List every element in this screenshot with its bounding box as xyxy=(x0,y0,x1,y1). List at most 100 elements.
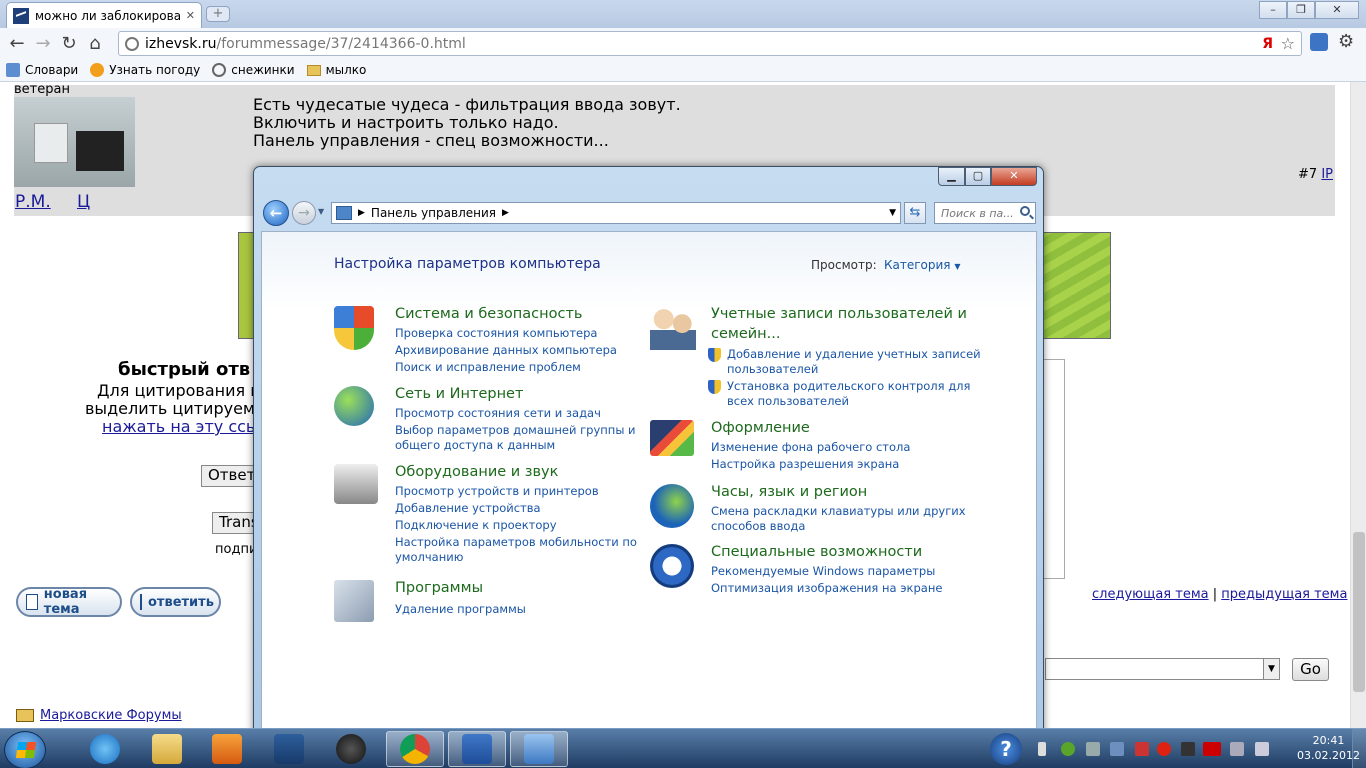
category-link[interactable]: всех пользователей xyxy=(727,394,849,408)
taskbar-chrome[interactable] xyxy=(386,731,444,767)
category-link[interactable]: Рекомендуемые Windows параметры xyxy=(711,564,935,578)
taskbar-hp[interactable] xyxy=(322,731,380,767)
category-link[interactable]: Подключение к проектору xyxy=(395,518,557,532)
system-clock[interactable]: 20:41 03.02.2012 xyxy=(1297,733,1360,763)
bookmark-star-icon[interactable]: ☆ xyxy=(1281,34,1295,53)
bookmark-folder-mylko[interactable]: мылко xyxy=(306,63,366,77)
battery-icon[interactable] xyxy=(1038,742,1046,756)
minimize-button[interactable]: ▁ xyxy=(938,167,965,186)
clock-globe-icon[interactable] xyxy=(650,484,694,528)
category-link[interactable]: Оптимизация изображения на экране xyxy=(711,581,942,595)
forum-jump-select[interactable]: ▼ xyxy=(1045,658,1280,680)
tray-app-icon[interactable] xyxy=(1086,742,1100,756)
printer-icon[interactable] xyxy=(334,464,378,504)
tray-app-icon[interactable] xyxy=(1230,742,1244,756)
category-title[interactable]: Система и безопасность xyxy=(395,306,582,322)
chevron-down-icon[interactable]: ▼ xyxy=(889,208,896,218)
new-tab-button[interactable]: + xyxy=(206,6,230,22)
category-title[interactable]: Учетные записи пользователей и xyxy=(711,306,967,322)
category-link[interactable]: Настройка разрешения экрана xyxy=(711,457,899,471)
chevron-right-icon[interactable]: ▶ xyxy=(358,208,365,218)
category-link[interactable]: Просмотр состояния сети и задач xyxy=(395,406,601,420)
category-link[interactable]: Проверка состояния компьютера xyxy=(395,326,597,340)
taskbar-control-panel[interactable] xyxy=(510,731,568,767)
category-title[interactable]: Сеть и Интернет xyxy=(395,386,523,402)
breadcrumb-control-panel[interactable]: Панель управления xyxy=(371,206,496,220)
explorer-address-bar[interactable]: ▶ Панель управления ▶ ▼ xyxy=(331,202,901,224)
taskbar-app-check[interactable] xyxy=(260,731,318,767)
back-arrow-icon[interactable]: ← xyxy=(4,33,30,54)
close-tab-icon[interactable]: ✕ xyxy=(186,9,195,22)
network-icon[interactable] xyxy=(1181,742,1195,756)
category-link[interactable]: Архивирование данных компьютера xyxy=(395,343,617,357)
forward-arrow-icon[interactable]: → xyxy=(30,33,56,54)
ip-link[interactable]: IP xyxy=(1321,167,1333,182)
programs-disc-icon[interactable] xyxy=(334,580,374,622)
forums-link[interactable]: Марковские Форумы xyxy=(40,708,182,723)
tray-app-icon[interactable] xyxy=(1110,742,1124,756)
category-link[interactable]: способов ввода xyxy=(711,519,805,533)
history-dropdown-icon[interactable]: ▼ xyxy=(318,207,324,216)
view-mode-dropdown[interactable]: Категория ▼ xyxy=(884,258,961,272)
category-title-continued[interactable]: семейн... xyxy=(711,326,780,342)
category-title[interactable]: Часы, язык и регион xyxy=(711,484,867,500)
category-link[interactable]: пользователей xyxy=(727,362,818,376)
start-button[interactable] xyxy=(4,731,46,768)
help-icon[interactable]: ? xyxy=(990,733,1022,765)
category-link[interactable]: Добавление устройства xyxy=(395,501,541,515)
new-topic-button[interactable]: новая тема xyxy=(16,587,122,617)
opera-icon[interactable] xyxy=(1157,742,1171,756)
user-profile-link[interactable]: Р.М. xyxy=(15,192,51,212)
volume-icon[interactable] xyxy=(1255,742,1269,756)
browser-tab[interactable]: можно ли заблокировать ✕ xyxy=(6,2,202,28)
shield-icon[interactable] xyxy=(334,306,374,350)
chevron-down-icon[interactable]: ▼ xyxy=(1263,659,1279,679)
close-button[interactable]: ✕ xyxy=(991,167,1037,186)
category-title[interactable]: Оформление xyxy=(711,420,810,436)
category-title[interactable]: Оборудование и звук xyxy=(395,464,558,480)
next-topic-link[interactable]: следующая тема xyxy=(1092,587,1209,602)
category-link[interactable]: Смена раскладки клавиатуры или других xyxy=(711,504,966,518)
taskbar-ie[interactable] xyxy=(76,731,134,767)
bookmark-weather[interactable]: Узнать погоду xyxy=(90,63,200,77)
quote-link[interactable]: нажать на эту ссы xyxy=(102,417,259,436)
category-link[interactable]: умолчанию xyxy=(395,550,463,564)
browser-close-button[interactable]: ✕ xyxy=(1315,1,1359,19)
antivirus-icon[interactable] xyxy=(1061,742,1075,756)
category-link[interactable]: Настройка параметров мобильности по xyxy=(395,535,637,549)
category-title[interactable]: Специальные возможности xyxy=(711,544,922,560)
go-button[interactable]: Go xyxy=(1292,658,1329,681)
forward-arrow-icon[interactable]: → xyxy=(292,201,316,225)
prev-topic-link[interactable]: предыдущая тема xyxy=(1221,587,1347,602)
wrench-menu-icon[interactable]: ⚙ xyxy=(1338,31,1354,52)
category-link[interactable]: Поиск и исправление проблем xyxy=(395,360,581,374)
scrollbar-thumb[interactable] xyxy=(1353,532,1365,692)
page-info-icon[interactable] xyxy=(125,36,139,51)
search-icon[interactable] xyxy=(1020,206,1030,216)
taskbar-media-player[interactable] xyxy=(198,731,256,767)
category-link[interactable]: Удаление программы xyxy=(395,602,526,616)
tray-app-icon[interactable] xyxy=(1135,742,1149,756)
bookmark-slovari[interactable]: Словари xyxy=(6,63,78,77)
category-link[interactable]: Изменение фона рабочего стола xyxy=(711,440,910,454)
address-bar[interactable]: izhevsk.ru /forummessage/37/2414366-0.ht… xyxy=(118,31,1302,56)
users-icon[interactable] xyxy=(650,306,696,350)
taskbar-word[interactable] xyxy=(448,731,506,767)
category-link[interactable]: Выбор параметров домашней группы и xyxy=(395,423,636,437)
taskbar-explorer[interactable] xyxy=(138,731,196,767)
network-globe-icon[interactable] xyxy=(334,386,374,426)
maximize-button[interactable]: ▢ xyxy=(965,167,991,186)
accessibility-icon[interactable] xyxy=(650,544,694,588)
reply-submit-button[interactable]: Ответ xyxy=(201,465,261,487)
bookmark-snowflakes[interactable]: снежинки xyxy=(212,63,295,77)
mail-extension-icon[interactable] xyxy=(1310,33,1328,51)
category-link[interactable]: Добавление и удаление учетных записей xyxy=(727,347,981,361)
user-message-link[interactable]: Ц xyxy=(77,192,90,212)
refresh-icon[interactable]: ↻ xyxy=(56,33,82,54)
show-desktop-button[interactable] xyxy=(1352,729,1366,768)
appearance-monitor-icon[interactable] xyxy=(650,420,694,456)
refresh-icon[interactable]: ⇆ xyxy=(904,202,926,224)
page-scrollbar[interactable] xyxy=(1350,82,1366,728)
category-link[interactable]: Установка родительского контроля для xyxy=(727,379,970,393)
search-input[interactable]: Поиск в па... xyxy=(934,202,1036,224)
